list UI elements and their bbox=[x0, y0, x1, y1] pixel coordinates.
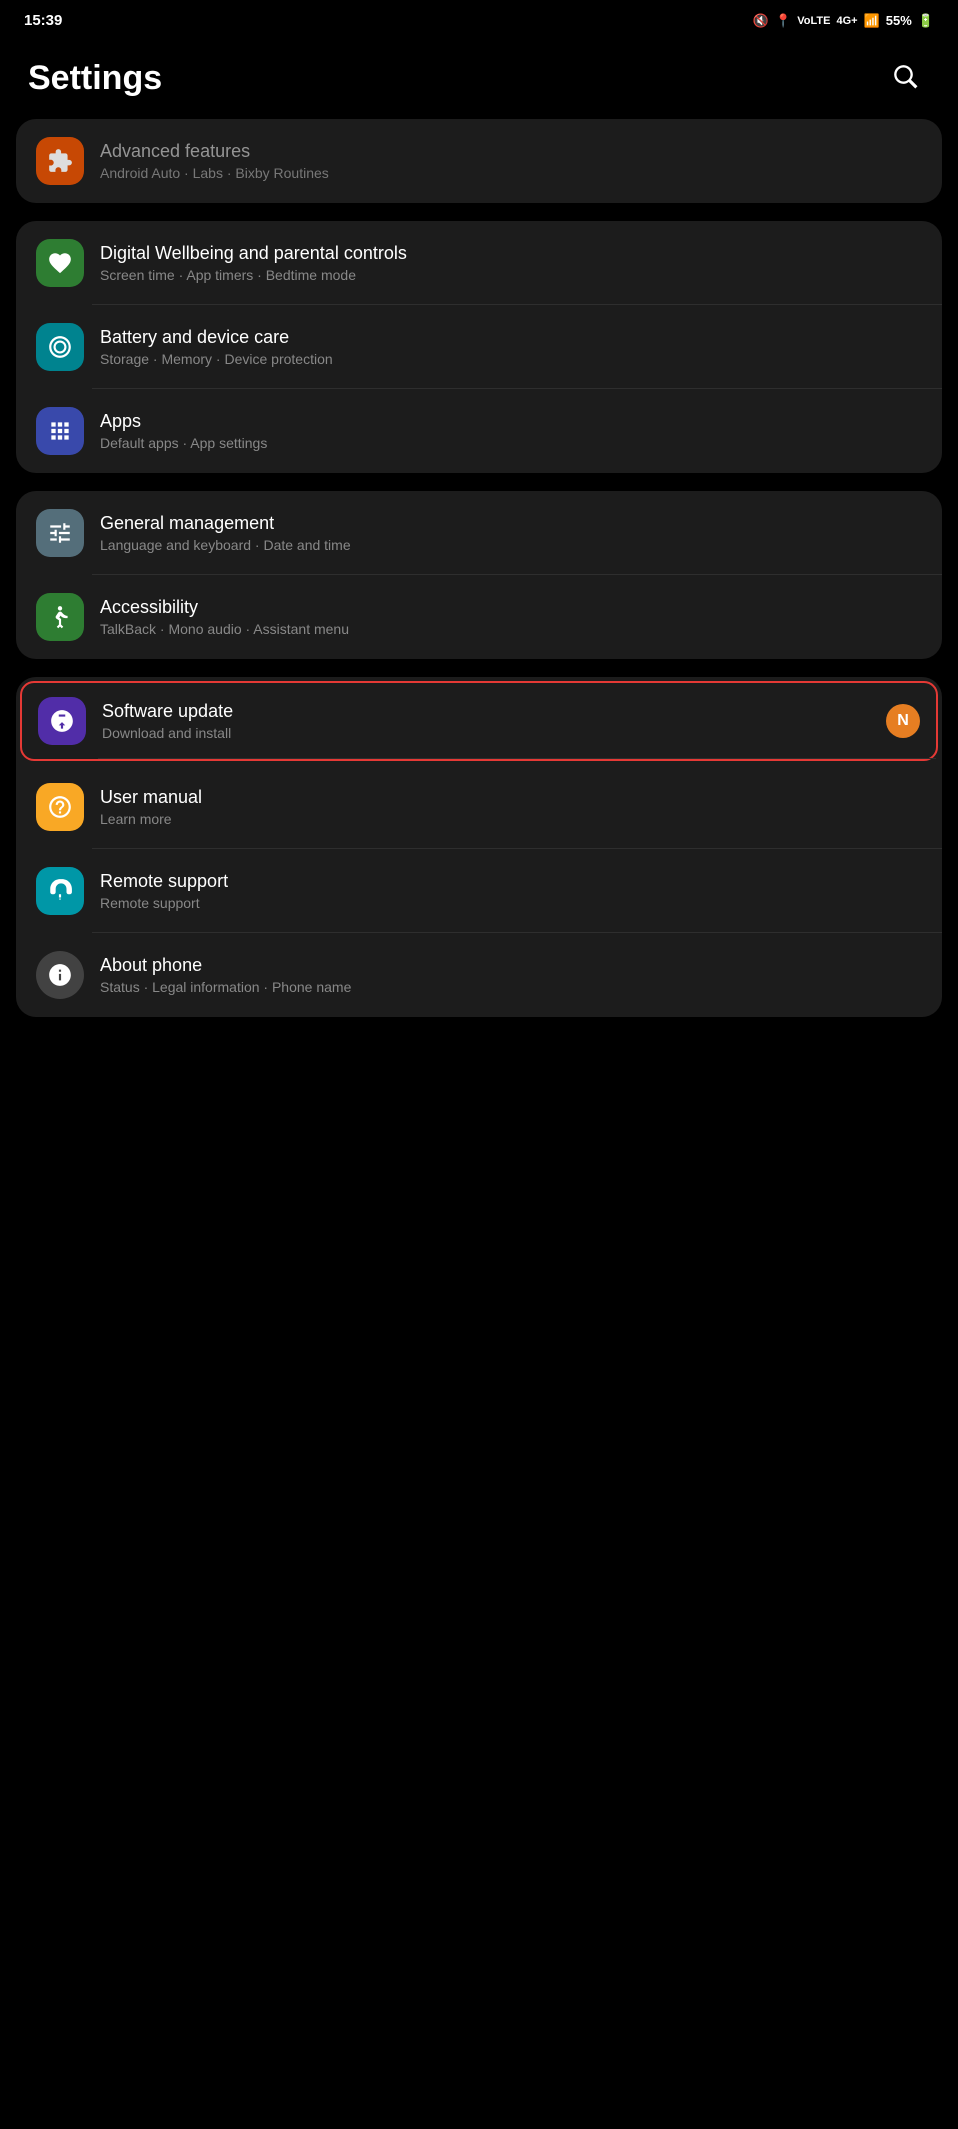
header: Settings bbox=[0, 37, 958, 119]
battery-icon: 🔋 bbox=[918, 13, 934, 29]
settings-item-user-manual[interactable]: User manual Learn more bbox=[16, 765, 942, 849]
location-icon: 📍 bbox=[775, 13, 791, 29]
volte-icon: VoLTE bbox=[797, 15, 830, 27]
general-management-icon bbox=[36, 509, 84, 557]
search-icon bbox=[893, 64, 921, 92]
remote-support-text: Remote support Remote support bbox=[100, 871, 922, 911]
accessibility-person-icon bbox=[47, 604, 73, 630]
user-manual-text: User manual Learn more bbox=[100, 787, 922, 827]
apps-icon bbox=[36, 407, 84, 455]
search-button[interactable] bbox=[884, 55, 930, 101]
battery-text: Battery and device care Storage · Memory… bbox=[100, 327, 922, 367]
apps-text: Apps Default apps · App settings bbox=[100, 411, 922, 451]
settings-item-remote-support[interactable]: Remote support Remote support bbox=[16, 849, 942, 933]
settings-item-apps[interactable]: Apps Default apps · App settings bbox=[16, 389, 942, 473]
manual-question-icon bbox=[47, 794, 73, 820]
settings-item-about-phone[interactable]: About phone Status · Legal information ·… bbox=[16, 933, 942, 1017]
signal-icon: 📶 bbox=[864, 13, 880, 29]
group-advanced: Advanced features Android Auto · Labs · … bbox=[16, 119, 942, 203]
accessibility-subtitle: TalkBack · Mono audio · Assistant menu bbox=[100, 621, 922, 637]
apps-subtitle: Default apps · App settings bbox=[100, 435, 922, 451]
puzzle-icon bbox=[47, 148, 73, 174]
notification-badge: N bbox=[886, 704, 920, 738]
software-update-download-icon bbox=[49, 708, 75, 734]
page-title: Settings bbox=[28, 59, 162, 98]
general-management-text: General management Language and keyboard… bbox=[100, 513, 922, 553]
battery-percent: 55% bbox=[886, 13, 912, 28]
settings-item-battery[interactable]: Battery and device care Storage · Memory… bbox=[16, 305, 942, 389]
advanced-features-title: Advanced features bbox=[100, 141, 922, 162]
about-phone-icon bbox=[36, 951, 84, 999]
battery-care-icon bbox=[47, 334, 73, 360]
advanced-features-subtitle: Android Auto · Labs · Bixby Routines bbox=[100, 165, 922, 181]
user-manual-title: User manual bbox=[100, 787, 922, 808]
settings-item-digital-wellbeing[interactable]: Digital Wellbeing and parental controls … bbox=[16, 221, 942, 305]
software-update-icon bbox=[38, 697, 86, 745]
wellbeing-heart-icon bbox=[47, 250, 73, 276]
user-manual-subtitle: Learn more bbox=[100, 811, 922, 827]
group-general: General management Language and keyboard… bbox=[16, 491, 942, 659]
sliders-icon bbox=[47, 520, 73, 546]
accessibility-title: Accessibility bbox=[100, 597, 922, 618]
digital-wellbeing-subtitle: Screen time · App timers · Bedtime mode bbox=[100, 267, 922, 283]
info-icon bbox=[47, 962, 73, 988]
accessibility-text: Accessibility TalkBack · Mono audio · As… bbox=[100, 597, 922, 637]
status-bar: 15:39 🔇 📍 VoLTE 4G+ 📶 55% 🔋 bbox=[0, 0, 958, 37]
advanced-features-text: Advanced features Android Auto · Labs · … bbox=[100, 141, 922, 181]
digital-wellbeing-title: Digital Wellbeing and parental controls bbox=[100, 243, 922, 264]
remote-support-icon bbox=[36, 867, 84, 915]
battery-subtitle: Storage · Memory · Device protection bbox=[100, 351, 922, 367]
software-update-text: Software update Download and install bbox=[102, 701, 886, 741]
settings-item-software-update[interactable]: Software update Download and install N bbox=[20, 681, 938, 761]
network-4g-icon: 4G+ bbox=[836, 15, 857, 27]
software-update-subtitle: Download and install bbox=[102, 725, 886, 741]
user-manual-icon bbox=[36, 783, 84, 831]
battery-icon-item bbox=[36, 323, 84, 371]
mute-icon: 🔇 bbox=[753, 13, 769, 29]
digital-wellbeing-text: Digital Wellbeing and parental controls … bbox=[100, 243, 922, 283]
apps-title: Apps bbox=[100, 411, 922, 432]
apps-grid-icon bbox=[47, 418, 73, 444]
accessibility-icon bbox=[36, 593, 84, 641]
general-management-title: General management bbox=[100, 513, 922, 534]
settings-item-advanced-features[interactable]: Advanced features Android Auto · Labs · … bbox=[16, 119, 942, 203]
group-wellbeing: Digital Wellbeing and parental controls … bbox=[16, 221, 942, 473]
software-update-title: Software update bbox=[102, 701, 886, 722]
about-phone-subtitle: Status · Legal information · Phone name bbox=[100, 979, 922, 995]
headset-icon bbox=[47, 878, 73, 904]
settings-list: Advanced features Android Auto · Labs · … bbox=[0, 119, 958, 1017]
remote-support-title: Remote support bbox=[100, 871, 922, 892]
status-icons: 🔇 📍 VoLTE 4G+ 📶 55% 🔋 bbox=[753, 13, 934, 29]
digital-wellbeing-icon bbox=[36, 239, 84, 287]
battery-title: Battery and device care bbox=[100, 327, 922, 348]
settings-item-accessibility[interactable]: Accessibility TalkBack · Mono audio · As… bbox=[16, 575, 942, 659]
about-phone-title: About phone bbox=[100, 955, 922, 976]
general-management-subtitle: Language and keyboard · Date and time bbox=[100, 537, 922, 553]
about-phone-text: About phone Status · Legal information ·… bbox=[100, 955, 922, 995]
group-support: Software update Download and install N U… bbox=[16, 677, 942, 1017]
settings-item-general-management[interactable]: General management Language and keyboard… bbox=[16, 491, 942, 575]
status-time: 15:39 bbox=[24, 12, 62, 29]
remote-support-subtitle: Remote support bbox=[100, 895, 922, 911]
advanced-features-icon bbox=[36, 137, 84, 185]
